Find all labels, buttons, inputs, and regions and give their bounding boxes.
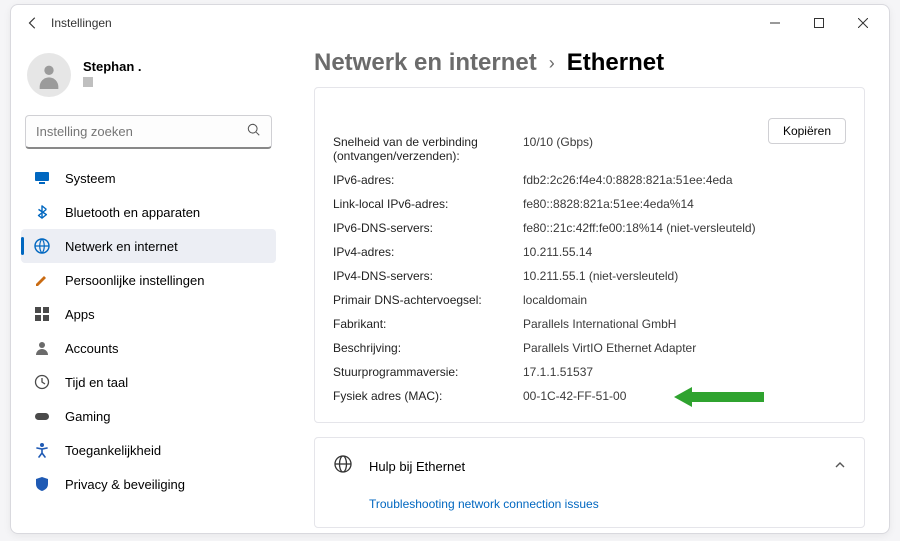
property-value: fdb2:2c26:f4e4:0:8828:821a:51ee:4eda xyxy=(523,173,846,187)
property-label: Primair DNS-achtervoegsel: xyxy=(333,293,523,307)
property-row: Fabrikant:Parallels International GmbH xyxy=(333,312,846,336)
back-button[interactable] xyxy=(15,5,51,41)
help-card: Hulp bij Ethernet Troubleshooting networ… xyxy=(314,437,865,528)
sidebar-item-netwerk-en-internet[interactable]: Netwerk en internet xyxy=(21,229,276,263)
property-value: Parallels VirtIO Ethernet Adapter xyxy=(523,341,846,355)
nav-list: Systeem Bluetooth en apparaten Netwerk en … xyxy=(21,161,276,501)
property-row: Stuurprogrammaversie:17.1.1.51537 xyxy=(333,360,846,384)
clock-icon xyxy=(33,373,51,391)
property-value: localdomain xyxy=(523,293,846,307)
maximize-button[interactable] xyxy=(797,5,841,41)
property-label: IPv6-adres: xyxy=(333,173,523,187)
avatar-icon xyxy=(27,53,71,97)
sidebar-item-tijd-en-taal[interactable]: Tijd en taal xyxy=(21,365,276,399)
settings-window: Instellingen Stephan . xyxy=(10,4,890,534)
user-status-icon xyxy=(83,77,93,87)
search-box[interactable] xyxy=(25,115,272,149)
property-label: Fysiek adres (MAC): xyxy=(333,389,523,403)
sidebar-item-label: Gaming xyxy=(65,409,111,424)
copy-button[interactable]: Kopiëren xyxy=(768,118,846,144)
property-label: IPv4-adres: xyxy=(333,245,523,259)
property-row: IPv4-DNS-servers:10.211.55.1 (niet-versl… xyxy=(333,264,846,288)
window-controls xyxy=(753,5,885,41)
property-row: Fysiek adres (MAC):00-1C-42-FF-51-00 xyxy=(333,384,846,408)
property-row: Link-local IPv6-adres:fe80::8828:821a:51… xyxy=(333,192,846,216)
help-expander[interactable]: Hulp bij Ethernet xyxy=(315,438,864,495)
user-profile[interactable]: Stephan . xyxy=(21,47,276,111)
property-label: Link-local IPv6-adres: xyxy=(333,197,523,211)
window-title: Instellingen xyxy=(51,16,112,30)
main-panel: Netwerk en internet › Ethernet Bewerken … xyxy=(286,41,889,533)
property-label: Stuurprogrammaversie: xyxy=(333,365,523,379)
close-button[interactable] xyxy=(841,5,885,41)
property-row: IPv4-adres:10.211.55.14 xyxy=(333,240,846,264)
chevron-up-icon xyxy=(834,459,846,474)
property-label: IPv6-DNS-servers: xyxy=(333,221,523,235)
property-row: IPv6-adres:fdb2:2c26:f4e4:0:8828:821a:51… xyxy=(333,168,846,192)
sidebar-item-label: Netwerk en internet xyxy=(65,239,178,254)
sidebar-item-label: Toegankelijkheid xyxy=(65,443,161,458)
apps-icon xyxy=(33,305,51,323)
help-title: Hulp bij Ethernet xyxy=(369,459,465,474)
search-input[interactable] xyxy=(36,124,247,139)
accessibility-icon xyxy=(33,441,51,459)
monitor-icon xyxy=(33,169,51,187)
sidebar-item-apps[interactable]: Apps xyxy=(21,297,276,331)
sidebar-item-privacy-beveiliging[interactable]: Privacy & beveiliging xyxy=(21,467,276,501)
property-value: fe80::21c:42ff:fe00:18%14 (niet-versleut… xyxy=(523,221,846,235)
titlebar: Instellingen xyxy=(11,5,889,41)
sidebar-item-label: Systeem xyxy=(65,171,116,186)
sidebar-item-persoonlijke-instellingen[interactable]: Persoonlijke instellingen xyxy=(21,263,276,297)
minimize-button[interactable] xyxy=(753,5,797,41)
paint-icon xyxy=(33,271,51,289)
property-label: Snelheid van de verbinding (ontvangen/ve… xyxy=(333,135,523,163)
sidebar-item-label: Tijd en taal xyxy=(65,375,128,390)
sidebar-item-label: Persoonlijke instellingen xyxy=(65,273,204,288)
sidebar-item-label: Apps xyxy=(65,307,95,322)
sidebar-item-label: Accounts xyxy=(65,341,118,356)
property-value: 17.1.1.51537 xyxy=(523,365,846,379)
connection-properties-card: Bewerken Snelheid van de verbinding (ont… xyxy=(314,87,865,423)
search-icon xyxy=(247,123,261,140)
property-value: Parallels International GmbH xyxy=(523,317,846,331)
property-row: Primair DNS-achtervoegsel:localdomain xyxy=(333,288,846,312)
breadcrumb: Netwerk en internet › Ethernet xyxy=(314,49,869,77)
sidebar-item-bluetooth-en-apparaten[interactable]: Bluetooth en apparaten xyxy=(21,195,276,229)
property-value: 10.211.55.1 (niet-versleuteld) xyxy=(523,269,846,283)
property-label: Fabrikant: xyxy=(333,317,523,331)
chevron-right-icon: › xyxy=(549,53,555,74)
sidebar-item-gaming[interactable]: Gaming xyxy=(21,399,276,433)
network-icon xyxy=(33,237,51,255)
gamepad-icon xyxy=(33,407,51,425)
sidebar-item-label: Privacy & beveiliging xyxy=(65,477,185,492)
sidebar: Stephan . Systeem Bluetooth en apparaten N… xyxy=(11,41,286,533)
sidebar-item-label: Bluetooth en apparaten xyxy=(65,205,200,220)
help-link[interactable]: Troubleshooting network connection issue… xyxy=(369,497,599,511)
user-name: Stephan . xyxy=(83,59,142,74)
annotation-arrow-icon xyxy=(674,385,764,414)
property-label: Beschrijving: xyxy=(333,341,523,355)
property-row: Beschrijving:Parallels VirtIO Ethernet A… xyxy=(333,336,846,360)
property-value: fe80::8828:821a:51ee:4eda%14 xyxy=(523,197,846,211)
user-icon xyxy=(33,339,51,357)
bluetooth-icon xyxy=(33,203,51,221)
breadcrumb-parent[interactable]: Netwerk en internet xyxy=(314,49,537,77)
globe-icon xyxy=(333,454,353,479)
property-row: IPv6-DNS-servers:fe80::21c:42ff:fe00:18%… xyxy=(333,216,846,240)
sidebar-item-systeem[interactable]: Systeem xyxy=(21,161,276,195)
breadcrumb-current: Ethernet xyxy=(567,49,664,77)
sidebar-item-toegankelijkheid[interactable]: Toegankelijkheid xyxy=(21,433,276,467)
property-value: 10.211.55.14 xyxy=(523,245,846,259)
shield-icon xyxy=(33,475,51,493)
sidebar-item-accounts[interactable]: Accounts xyxy=(21,331,276,365)
property-label: IPv4-DNS-servers: xyxy=(333,269,523,283)
